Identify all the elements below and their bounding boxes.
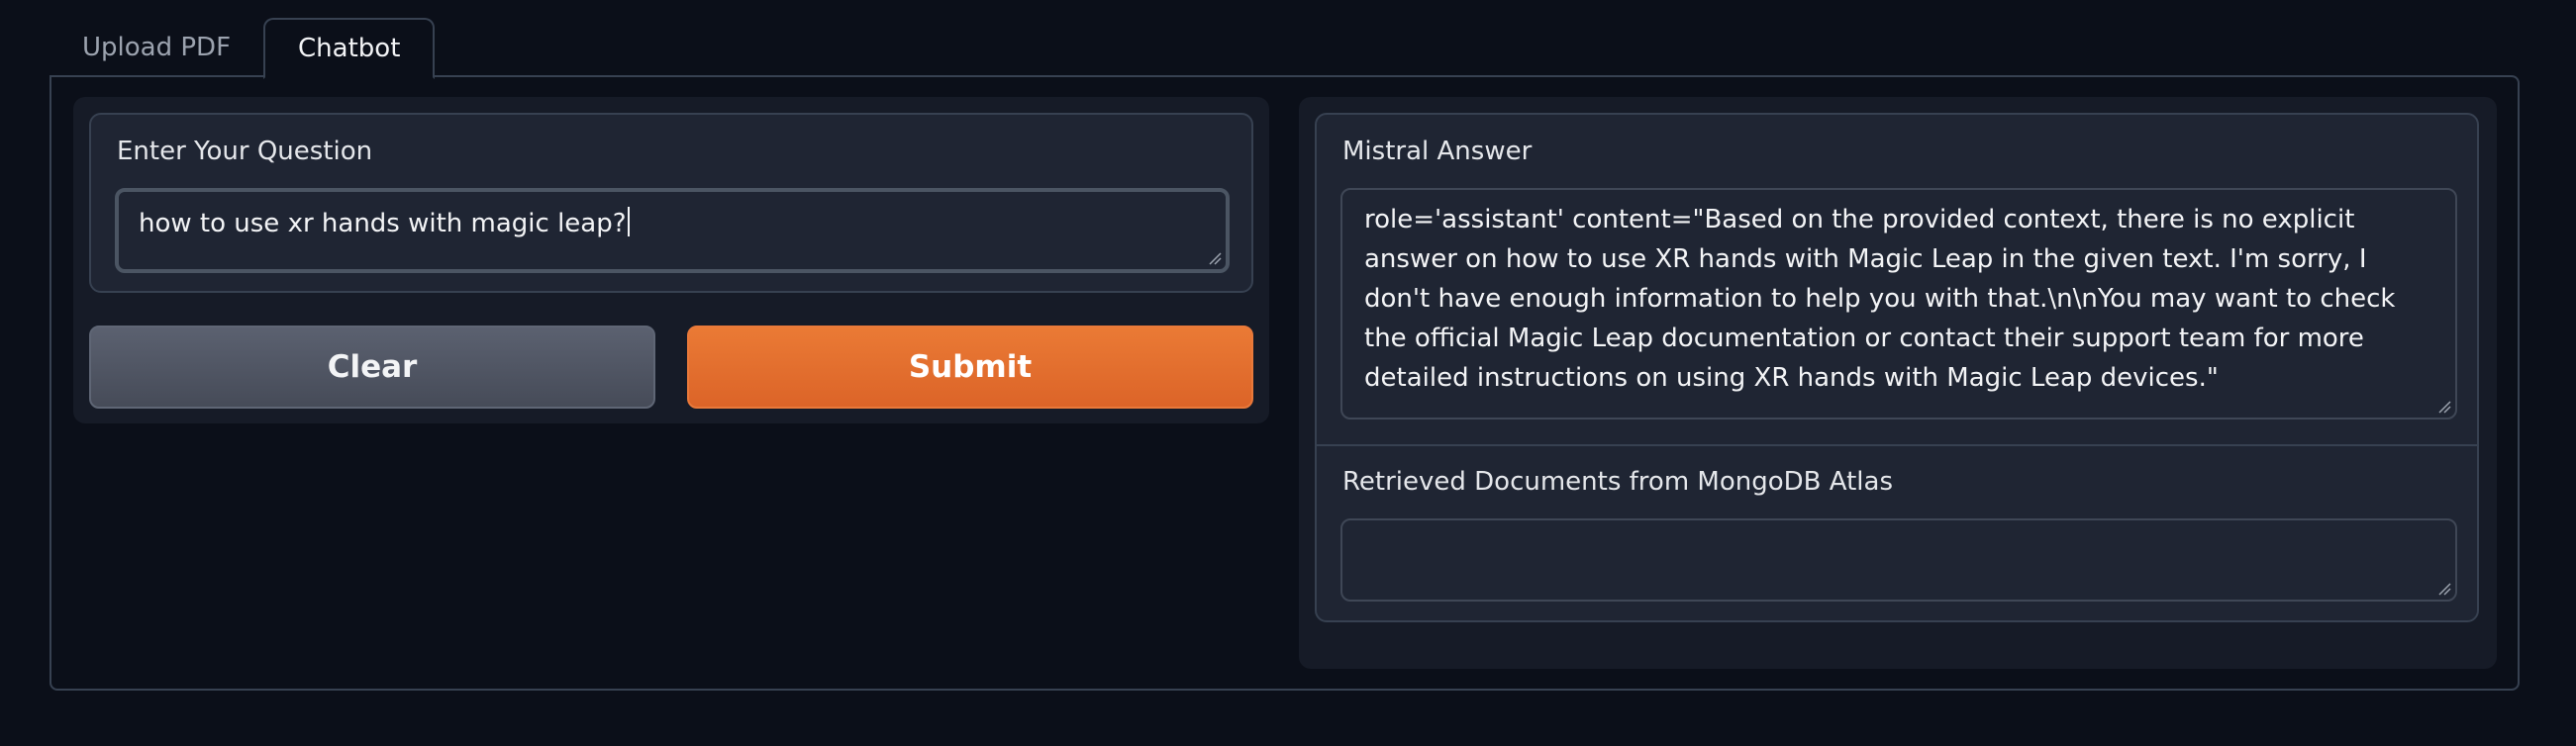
- answer-output[interactable]: role='assistant' content="Based on the p…: [1340, 188, 2457, 420]
- question-input-value: how to use xr hands with magic leap?: [139, 209, 627, 238]
- question-label: Enter Your Question: [117, 137, 373, 166]
- section-divider: [1317, 444, 2477, 446]
- output-column: Mistral Answer role='assistant' content=…: [1299, 97, 2497, 669]
- documents-label: Retrieved Documents from MongoDB Atlas: [1342, 467, 1894, 497]
- submit-button[interactable]: Submit: [687, 326, 1253, 409]
- question-column: Enter Your Question how to use xr hands …: [73, 97, 1269, 423]
- tab-chatbot[interactable]: Chatbot: [263, 18, 436, 79]
- resize-handle-icon[interactable]: [2437, 400, 2451, 414]
- documents-output[interactable]: [1340, 518, 2457, 602]
- question-input[interactable]: how to use xr hands with magic leap?: [115, 188, 1230, 273]
- tab-bar: Upload PDF Chatbot: [50, 18, 436, 79]
- resize-handle-icon[interactable]: [2437, 582, 2451, 596]
- answer-label: Mistral Answer: [1342, 137, 1533, 166]
- tab-upload-pdf[interactable]: Upload PDF: [50, 18, 263, 77]
- clear-button[interactable]: Clear: [89, 326, 655, 409]
- answer-text: role='assistant' content="Based on the p…: [1364, 205, 2396, 393]
- text-caret: [627, 207, 630, 236]
- resize-handle-icon[interactable]: [1208, 251, 1222, 265]
- output-block: Mistral Answer role='assistant' content=…: [1315, 113, 2479, 622]
- question-block: Enter Your Question how to use xr hands …: [89, 113, 1253, 293]
